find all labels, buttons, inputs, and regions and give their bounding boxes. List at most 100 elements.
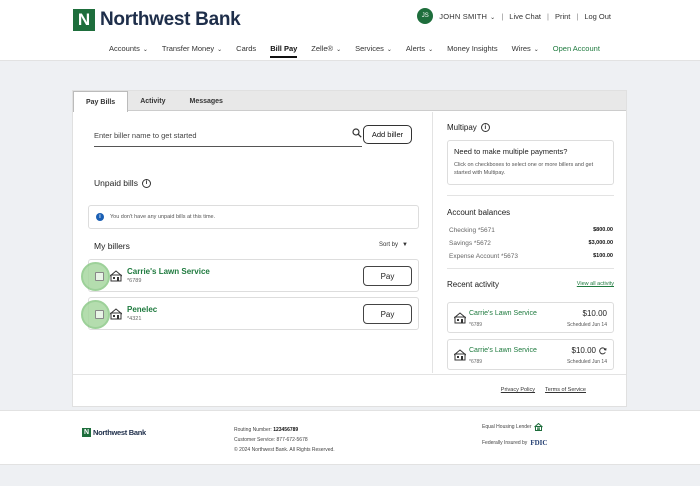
biller-row: Penelec *4321 Pay bbox=[81, 297, 419, 330]
multipay-box: Need to make multiple payments? Click on… bbox=[447, 140, 614, 185]
fdic-notice: Federally Insured by FDIC bbox=[482, 439, 548, 447]
nav-item-money-insights[interactable]: Money Insights bbox=[447, 44, 497, 53]
pay-bills-column: Enter biller name to get started Add bil… bbox=[81, 123, 420, 330]
my-billers-title: My billers bbox=[94, 241, 130, 251]
biller-checkbox[interactable] bbox=[95, 310, 104, 319]
nav-item-zelle[interactable]: Zelle® ⌄ bbox=[311, 44, 341, 53]
chevron-down-icon: ⌄ bbox=[217, 47, 223, 53]
activity-amount: $10.00 bbox=[572, 346, 607, 355]
activity-item[interactable]: Carrie's Lawn Service *6789 $10.00 Sched… bbox=[447, 302, 614, 333]
info-icon[interactable]: i bbox=[480, 123, 490, 132]
utility-bar: JS JOHN SMITH ⌄ | Live Chat | Print | Log… bbox=[417, 8, 611, 24]
biller-account: *6789 bbox=[127, 278, 142, 284]
live-chat-link[interactable]: Live Chat bbox=[509, 12, 541, 21]
chevron-down-icon: ⌄ bbox=[428, 47, 434, 53]
balance-row[interactable]: Checking *5671 $800.00 bbox=[449, 227, 613, 234]
activity-status: Scheduled Jun 14 bbox=[566, 359, 607, 365]
nav-item-wires[interactable]: Wires ⌄ bbox=[512, 44, 539, 53]
multipay-heading: Need to make multiple payments? bbox=[454, 147, 568, 156]
copyright: © 2024 Northwest Bank. All Rights Reserv… bbox=[234, 447, 335, 453]
tab-messages[interactable]: Messages bbox=[177, 91, 234, 111]
bill-pay-panel: Pay Bills Activity Messages Enter biller… bbox=[72, 90, 627, 407]
divider bbox=[447, 268, 614, 269]
divider bbox=[73, 374, 626, 375]
nav-item-alerts[interactable]: Alerts ⌄ bbox=[406, 44, 433, 53]
activity-amount: $10.00 bbox=[582, 309, 607, 318]
tab-activity[interactable]: Activity bbox=[128, 91, 177, 111]
account-balances-title: Account balances bbox=[447, 208, 511, 217]
chevron-down-icon: ⌄ bbox=[533, 47, 539, 53]
legal-links: Privacy Policy Terms of Service bbox=[491, 387, 586, 393]
logo-mark: N bbox=[73, 9, 95, 31]
site-footer: N Northwest Bank Routing Number: 1234567… bbox=[0, 410, 700, 465]
nav-item-cards[interactable]: Cards bbox=[236, 44, 256, 53]
pay-button[interactable]: Pay bbox=[363, 304, 412, 324]
nav-item-transfer-money[interactable]: Transfer Money ⌄ bbox=[162, 44, 222, 53]
fdic-logo: FDIC bbox=[530, 439, 548, 447]
site-header: N Northwest Bank JS JOHN SMITH ⌄ | Live C… bbox=[0, 0, 700, 61]
logo-text: Northwest Bank bbox=[100, 9, 241, 30]
pay-button[interactable]: Pay bbox=[363, 266, 412, 286]
customer-service: Customer Service: 877-672-5678 bbox=[234, 437, 308, 443]
biller-name[interactable]: Carrie's Lawn Service bbox=[127, 267, 210, 276]
print-link[interactable]: Print bbox=[555, 12, 570, 21]
nav-item-bill-pay[interactable]: Bill Pay bbox=[270, 44, 298, 58]
balance-row[interactable]: Savings *5672 $3,000.00 bbox=[449, 240, 613, 247]
chevron-down-icon: ⌄ bbox=[142, 47, 148, 53]
multipay-description: Click on checkboxes to select one or mor… bbox=[454, 162, 594, 176]
equal-housing-icon bbox=[534, 423, 544, 431]
add-biller-button[interactable]: Add biller bbox=[363, 125, 412, 144]
nav-item-services[interactable]: Services ⌄ bbox=[355, 44, 392, 53]
footer-logo: N Northwest Bank bbox=[82, 428, 146, 437]
biller-account: *4321 bbox=[127, 316, 142, 322]
divider: | bbox=[546, 11, 549, 21]
search-icon[interactable] bbox=[352, 128, 362, 138]
tab-bar: Pay Bills Activity Messages bbox=[73, 91, 626, 112]
unpaid-notice: i You don't have any unpaid bills at thi… bbox=[88, 205, 419, 229]
info-icon[interactable]: i bbox=[141, 178, 151, 188]
privacy-policy-link[interactable]: Privacy Policy bbox=[501, 387, 535, 393]
activity-account: *6789 bbox=[469, 359, 483, 365]
equal-housing-lender: Equal Housing Lender bbox=[482, 423, 547, 431]
sort-by-dropdown[interactable]: Sort by ▼ bbox=[379, 242, 408, 248]
activity-item[interactable]: Carrie's Lawn Service *6789 $10.00 Sched… bbox=[447, 339, 614, 370]
multipay-title: Multipay i bbox=[447, 123, 614, 132]
divider: | bbox=[501, 11, 504, 21]
info-icon: i bbox=[96, 213, 104, 221]
main-nav: Accounts ⌄ Transfer Money ⌄ Cards Bill Pay Zel… bbox=[109, 44, 614, 58]
biller-checkbox[interactable] bbox=[95, 272, 104, 281]
house-icon bbox=[454, 349, 466, 361]
activity-account: *6789 bbox=[469, 322, 483, 328]
biller-row: Carrie's Lawn Service *6789 Pay bbox=[81, 259, 419, 292]
column-divider bbox=[432, 112, 433, 373]
divider: | bbox=[576, 11, 579, 21]
caret-down-icon: ▼ bbox=[402, 242, 408, 248]
house-icon bbox=[110, 270, 122, 282]
view-all-activity-link[interactable]: View all activity bbox=[577, 281, 614, 287]
house-icon bbox=[110, 308, 122, 320]
sidebar-column: Multipay i Need to make multiple payments… bbox=[447, 123, 614, 370]
activity-status: Scheduled Jun 14 bbox=[566, 322, 607, 328]
footer-badges: Equal Housing Lender Federally Insured b… bbox=[482, 423, 547, 447]
user-menu[interactable]: JOHN SMITH ⌄ bbox=[439, 12, 495, 21]
chevron-down-icon: ⌄ bbox=[386, 47, 392, 53]
chevron-down-icon: ⌄ bbox=[490, 14, 496, 21]
logo-text: Northwest Bank bbox=[93, 428, 146, 437]
divider bbox=[447, 195, 614, 196]
unpaid-bills-title: Unpaid bills i bbox=[94, 178, 151, 188]
activity-biller: Carrie's Lawn Service bbox=[469, 347, 537, 354]
nav-item-open-account[interactable]: Open Account bbox=[553, 44, 600, 53]
biller-search-input[interactable]: Enter biller name to get started bbox=[94, 123, 362, 147]
chevron-down-icon: ⌄ bbox=[336, 47, 342, 53]
activity-biller: Carrie's Lawn Service bbox=[469, 310, 537, 317]
terms-of-service-link[interactable]: Terms of Service bbox=[545, 387, 586, 393]
tab-pay-bills[interactable]: Pay Bills bbox=[73, 91, 129, 112]
avatar[interactable]: JS bbox=[417, 8, 434, 24]
recent-activity-title: Recent activity bbox=[447, 280, 500, 289]
logout-link[interactable]: Log Out bbox=[584, 12, 611, 21]
bank-logo[interactable]: N Northwest Bank bbox=[73, 9, 241, 31]
logo-mark: N bbox=[82, 428, 91, 437]
nav-item-accounts[interactable]: Accounts ⌄ bbox=[109, 44, 148, 53]
biller-name[interactable]: Penelec bbox=[127, 305, 157, 314]
balance-row[interactable]: Expense Account *5673 $100.00 bbox=[449, 253, 613, 260]
